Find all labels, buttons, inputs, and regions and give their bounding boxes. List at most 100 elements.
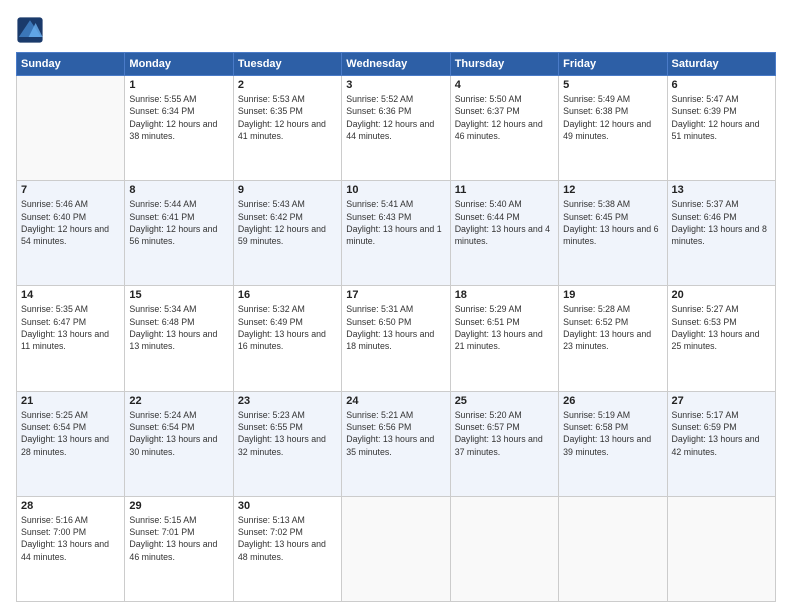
day-cell: 9 Sunrise: 5:43 AMSunset: 6:42 PMDaylight…	[233, 181, 341, 286]
weekday-thursday: Thursday	[450, 53, 558, 76]
day-number: 2	[238, 79, 337, 91]
day-cell: 24 Sunrise: 5:21 AMSunset: 6:56 PMDayligh…	[342, 391, 450, 496]
weekday-sunday: Sunday	[17, 53, 125, 76]
day-info: Sunrise: 5:20 AMSunset: 6:57 PMDaylight:…	[455, 409, 554, 458]
day-cell: 4 Sunrise: 5:50 AMSunset: 6:37 PMDaylight…	[450, 76, 558, 181]
logo	[16, 16, 48, 44]
weekday-wednesday: Wednesday	[342, 53, 450, 76]
week-row-5: 28 Sunrise: 5:16 AMSunset: 7:00 PMDayligh…	[17, 496, 776, 601]
day-number: 21	[21, 395, 120, 407]
day-info: Sunrise: 5:41 AMSunset: 6:43 PMDaylight:…	[346, 198, 445, 247]
weekday-saturday: Saturday	[667, 53, 775, 76]
day-info: Sunrise: 5:23 AMSunset: 6:55 PMDaylight:…	[238, 409, 337, 458]
day-cell: 29 Sunrise: 5:15 AMSunset: 7:01 PMDayligh…	[125, 496, 233, 601]
weekday-friday: Friday	[559, 53, 667, 76]
day-number: 24	[346, 395, 445, 407]
day-number: 3	[346, 79, 445, 91]
day-cell: 5 Sunrise: 5:49 AMSunset: 6:38 PMDaylight…	[559, 76, 667, 181]
day-number: 1	[129, 79, 228, 91]
day-info: Sunrise: 5:16 AMSunset: 7:00 PMDaylight:…	[21, 514, 120, 563]
day-number: 17	[346, 289, 445, 301]
day-info: Sunrise: 5:37 AMSunset: 6:46 PMDaylight:…	[672, 198, 771, 247]
day-info: Sunrise: 5:40 AMSunset: 6:44 PMDaylight:…	[455, 198, 554, 247]
day-cell: 15 Sunrise: 5:34 AMSunset: 6:48 PMDayligh…	[125, 286, 233, 391]
day-number: 7	[21, 184, 120, 196]
day-cell: 26Sunrise: 5:19 AMSunset: 6:58 PMDayligh…	[559, 391, 667, 496]
day-info: Sunrise: 5:38 AMSunset: 6:45 PMDaylight:…	[563, 198, 662, 247]
day-cell: 12 Sunrise: 5:38 AMSunset: 6:45 PMDayligh…	[559, 181, 667, 286]
day-info: Sunrise: 5:49 AMSunset: 6:38 PMDaylight:…	[563, 93, 662, 142]
calendar: SundayMondayTuesdayWednesdayThursdayFrid…	[16, 52, 776, 602]
day-cell	[342, 496, 450, 601]
weekday-header-row: SundayMondayTuesdayWednesdayThursdayFrid…	[17, 53, 776, 76]
day-number: 28	[21, 500, 120, 512]
day-cell: 16 Sunrise: 5:32 AMSunset: 6:49 PMDayligh…	[233, 286, 341, 391]
day-cell	[450, 496, 558, 601]
day-cell: 19 Sunrise: 5:28 AMSunset: 6:52 PMDayligh…	[559, 286, 667, 391]
day-number: 15	[129, 289, 228, 301]
day-info: Sunrise: 5:31 AMSunset: 6:50 PMDaylight:…	[346, 303, 445, 352]
day-number: 9	[238, 184, 337, 196]
day-info: Sunrise: 5:53 AMSunset: 6:35 PMDaylight:…	[238, 93, 337, 142]
day-cell: 11Sunrise: 5:40 AMSunset: 6:44 PMDayligh…	[450, 181, 558, 286]
day-number: 4	[455, 79, 554, 91]
day-number: 16	[238, 289, 337, 301]
day-cell	[667, 496, 775, 601]
day-number: 29	[129, 500, 228, 512]
day-cell: 7 Sunrise: 5:46 AMSunset: 6:40 PMDaylight…	[17, 181, 125, 286]
day-cell: 17 Sunrise: 5:31 AMSunset: 6:50 PMDayligh…	[342, 286, 450, 391]
week-row-4: 21 Sunrise: 5:25 AMSunset: 6:54 PMDayligh…	[17, 391, 776, 496]
day-cell: 2 Sunrise: 5:53 AMSunset: 6:35 PMDaylight…	[233, 76, 341, 181]
logo-icon	[16, 16, 44, 44]
weekday-monday: Monday	[125, 53, 233, 76]
day-info: Sunrise: 5:24 AMSunset: 6:54 PMDaylight:…	[129, 409, 228, 458]
day-info: Sunrise: 5:29 AMSunset: 6:51 PMDaylight:…	[455, 303, 554, 352]
day-info: Sunrise: 5:55 AMSunset: 6:34 PMDaylight:…	[129, 93, 228, 142]
day-info: Sunrise: 5:27 AMSunset: 6:53 PMDaylight:…	[672, 303, 771, 352]
day-info: Sunrise: 5:47 AMSunset: 6:39 PMDaylight:…	[672, 93, 771, 142]
header	[16, 16, 776, 44]
day-info: Sunrise: 5:17 AMSunset: 6:59 PMDaylight:…	[672, 409, 771, 458]
day-number: 26	[563, 395, 662, 407]
day-number: 10	[346, 184, 445, 196]
day-cell: 10 Sunrise: 5:41 AMSunset: 6:43 PMDayligh…	[342, 181, 450, 286]
day-info: Sunrise: 5:43 AMSunset: 6:42 PMDaylight:…	[238, 198, 337, 247]
day-info: Sunrise: 5:32 AMSunset: 6:49 PMDaylight:…	[238, 303, 337, 352]
day-info: Sunrise: 5:50 AMSunset: 6:37 PMDaylight:…	[455, 93, 554, 142]
weekday-tuesday: Tuesday	[233, 53, 341, 76]
day-cell: 23Sunrise: 5:23 AMSunset: 6:55 PMDayligh…	[233, 391, 341, 496]
day-number: 20	[672, 289, 771, 301]
day-number: 5	[563, 79, 662, 91]
week-row-2: 7 Sunrise: 5:46 AMSunset: 6:40 PMDaylight…	[17, 181, 776, 286]
day-cell: 20 Sunrise: 5:27 AMSunset: 6:53 PMDayligh…	[667, 286, 775, 391]
day-info: Sunrise: 5:34 AMSunset: 6:48 PMDaylight:…	[129, 303, 228, 352]
day-info: Sunrise: 5:25 AMSunset: 6:54 PMDaylight:…	[21, 409, 120, 458]
day-cell: 1 Sunrise: 5:55 AMSunset: 6:34 PMDaylight…	[125, 76, 233, 181]
day-cell: 28 Sunrise: 5:16 AMSunset: 7:00 PMDayligh…	[17, 496, 125, 601]
day-cell	[559, 496, 667, 601]
day-info: Sunrise: 5:13 AMSunset: 7:02 PMDaylight:…	[238, 514, 337, 563]
day-info: Sunrise: 5:44 AMSunset: 6:41 PMDaylight:…	[129, 198, 228, 247]
day-cell: 13Sunrise: 5:37 AMSunset: 6:46 PMDayligh…	[667, 181, 775, 286]
day-cell: 21 Sunrise: 5:25 AMSunset: 6:54 PMDayligh…	[17, 391, 125, 496]
day-info: Sunrise: 5:35 AMSunset: 6:47 PMDaylight:…	[21, 303, 120, 352]
day-info: Sunrise: 5:21 AMSunset: 6:56 PMDaylight:…	[346, 409, 445, 458]
day-info: Sunrise: 5:15 AMSunset: 7:01 PMDaylight:…	[129, 514, 228, 563]
page: SundayMondayTuesdayWednesdayThursdayFrid…	[0, 0, 792, 612]
day-number: 12	[563, 184, 662, 196]
day-cell: 3Sunrise: 5:52 AMSunset: 6:36 PMDaylight…	[342, 76, 450, 181]
week-row-1: 1 Sunrise: 5:55 AMSunset: 6:34 PMDaylight…	[17, 76, 776, 181]
day-info: Sunrise: 5:28 AMSunset: 6:52 PMDaylight:…	[563, 303, 662, 352]
day-number: 27	[672, 395, 771, 407]
day-number: 14	[21, 289, 120, 301]
day-number: 6	[672, 79, 771, 91]
day-cell: 6 Sunrise: 5:47 AMSunset: 6:39 PMDaylight…	[667, 76, 775, 181]
day-number: 30	[238, 500, 337, 512]
day-number: 8	[129, 184, 228, 196]
day-number: 22	[129, 395, 228, 407]
day-cell: 27 Sunrise: 5:17 AMSunset: 6:59 PMDayligh…	[667, 391, 775, 496]
day-number: 19	[563, 289, 662, 301]
day-cell: 18Sunrise: 5:29 AMSunset: 6:51 PMDayligh…	[450, 286, 558, 391]
day-cell: 22 Sunrise: 5:24 AMSunset: 6:54 PMDayligh…	[125, 391, 233, 496]
day-info: Sunrise: 5:46 AMSunset: 6:40 PMDaylight:…	[21, 198, 120, 247]
